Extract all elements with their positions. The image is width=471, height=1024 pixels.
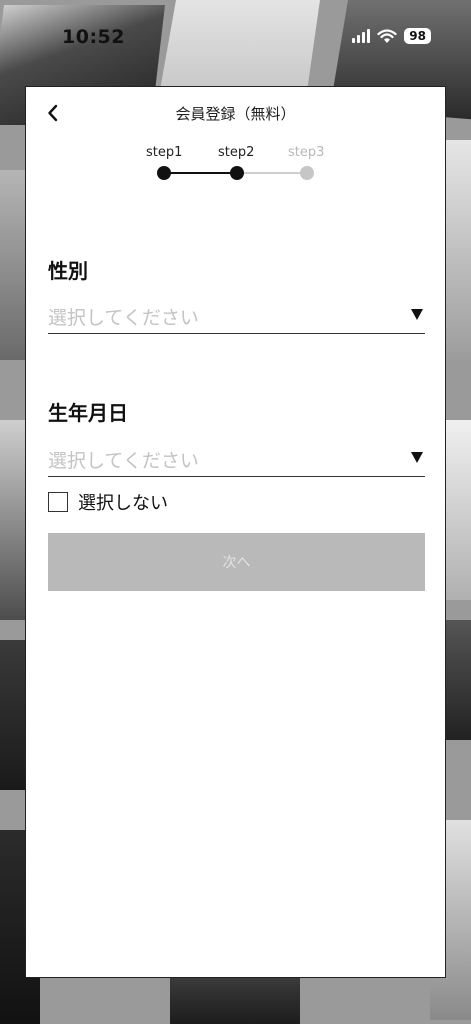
triangle-down-icon [411, 452, 423, 463]
no-select-checkbox[interactable] [48, 492, 68, 512]
step-dot-2 [230, 166, 244, 180]
next-button[interactable]: 次へ [48, 533, 425, 591]
birthdate-label: 生年月日 [48, 401, 128, 425]
page-title: 会員登録（無料） [175, 105, 296, 123]
signal-icon [352, 29, 371, 43]
gender-select[interactable]: 選択してください [48, 299, 425, 334]
background-photo [170, 975, 300, 1024]
step-connector-1-2 [164, 172, 237, 174]
gender-placeholder: 選択してください [48, 307, 199, 329]
step-dot-1 [157, 166, 171, 180]
birthdate-select[interactable]: 選択してください [48, 442, 425, 477]
gender-label: 性別 [48, 259, 88, 283]
triangle-down-icon [411, 309, 423, 320]
no-select-option[interactable]: 選択しない [48, 489, 168, 515]
battery-icon: 98 [404, 28, 431, 44]
step-indicator: step1 step2 step3 [26, 145, 445, 185]
status-time: 10:52 [62, 26, 125, 48]
step-dot-3 [300, 166, 314, 180]
registration-card: 会員登録（無料） step1 step2 step3 性別 選択してください 生… [25, 86, 446, 978]
birthdate-placeholder: 選択してください [48, 450, 199, 472]
step-label-3: step3 [288, 145, 325, 160]
status-icons: 98 [352, 28, 431, 44]
no-select-label: 選択しない [78, 493, 168, 514]
step-label-1: step1 [146, 145, 183, 160]
status-bar: 10:52 98 [0, 0, 471, 80]
step-label-2: step2 [218, 145, 255, 160]
header: 会員登録（無料） [26, 87, 445, 139]
step-connector-2-3 [237, 172, 307, 174]
wifi-icon [377, 28, 397, 43]
